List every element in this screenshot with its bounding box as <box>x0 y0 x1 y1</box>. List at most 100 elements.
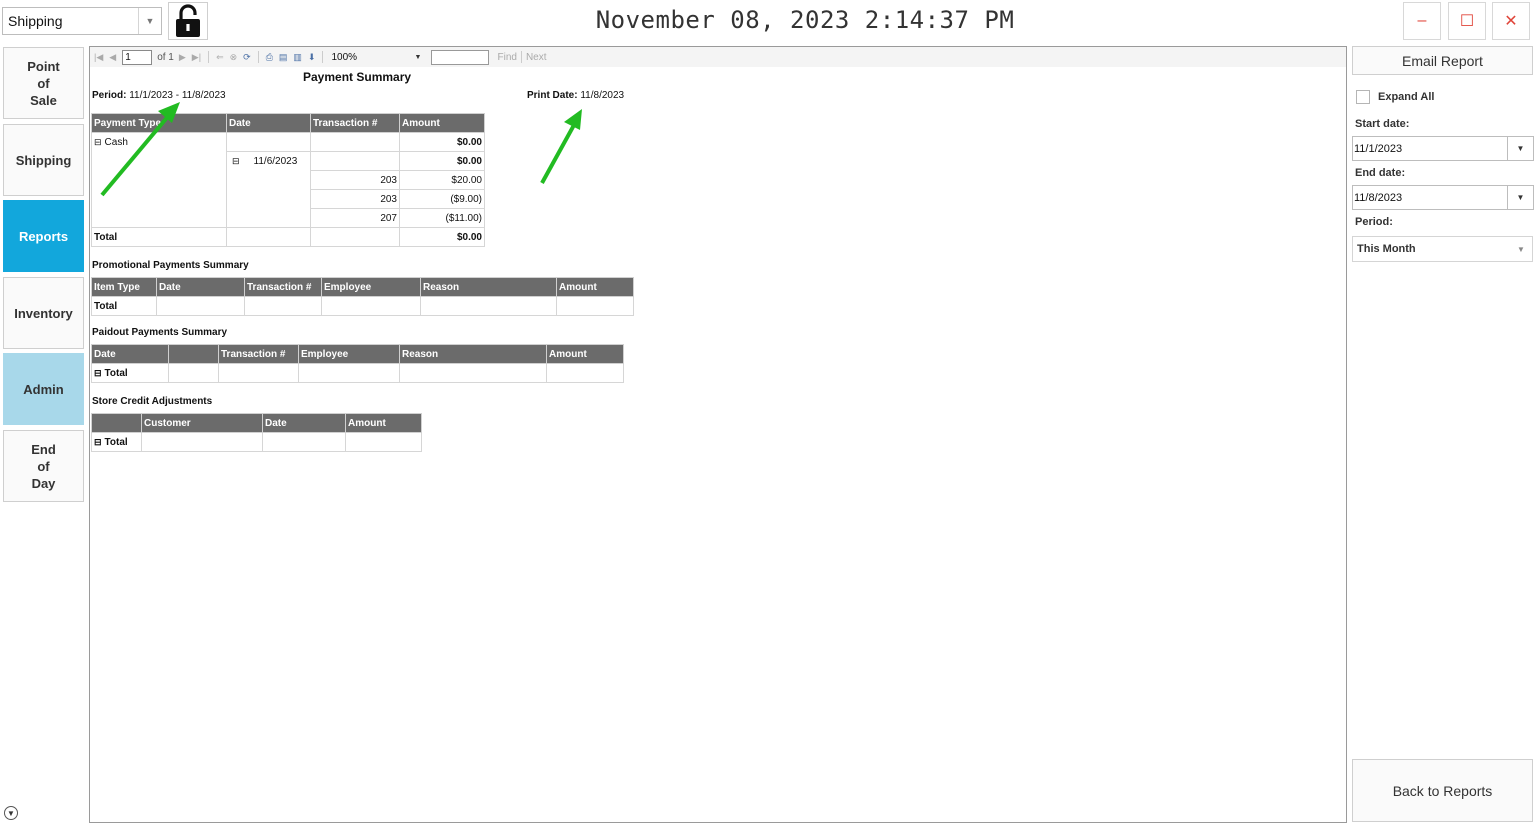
period-select[interactable]: This Month ▼ <box>1352 236 1533 262</box>
amount-cell: ($9.00) <box>399 189 485 209</box>
nav-inventory[interactable]: Inventory <box>3 277 84 349</box>
amount-cell: $0.00 <box>399 151 485 171</box>
column-header: Amount <box>399 113 485 133</box>
paidout-table: Date Transaction # Employee Reason Amoun… <box>91 344 624 383</box>
transaction-cell: 203 <box>310 189 400 209</box>
column-header: Reason <box>399 344 547 364</box>
export-icon[interactable]: ⬇ <box>308 52 316 63</box>
nav-point-of-sale[interactable]: Point of Sale <box>3 47 84 119</box>
collapse-icon[interactable]: ⊟ <box>94 368 102 378</box>
total-cell[interactable]: ⊟ Total <box>91 432 142 452</box>
column-header <box>91 413 142 433</box>
promo-section-title: Promotional Payments Summary <box>92 260 249 271</box>
find-input[interactable] <box>431 49 490 65</box>
collapse-icon[interactable]: ⊟ <box>232 156 240 166</box>
table-row: 203 ($9.00) <box>91 189 485 209</box>
first-page-icon[interactable]: |◀ <box>94 52 103 63</box>
minimize-button[interactable]: – <box>1403 2 1441 40</box>
page-setup-icon[interactable]: ▥ <box>293 52 302 63</box>
back-to-reports-button[interactable]: Back to Reports <box>1352 759 1533 822</box>
print-icon[interactable]: ⎙ <box>266 52 273 63</box>
collapse-icon[interactable]: ⊟ <box>94 437 102 447</box>
station-select-value: Shipping <box>8 13 63 29</box>
maximize-button[interactable]: ☐ <box>1448 2 1486 40</box>
chevron-down-icon: ▼ <box>1517 244 1525 254</box>
stop-icon[interactable]: ⊗ <box>230 52 238 63</box>
column-header: Date <box>91 344 169 364</box>
total-label: Total <box>104 436 128 448</box>
zoom-select[interactable]: 100% ▼ <box>331 50 421 65</box>
paidout-section-title: Paidout Payments Summary <box>92 327 228 338</box>
find-link[interactable]: Find <box>497 52 516 63</box>
table-header-row: Date Transaction # Employee Reason Amoun… <box>91 344 624 364</box>
table-row: 203 $20.00 <box>91 170 485 190</box>
total-amount: $0.00 <box>399 227 485 247</box>
back-icon[interactable]: ⇐ <box>216 52 224 63</box>
start-date-label: Start date: <box>1355 118 1410 130</box>
column-header: Amount <box>556 277 634 297</box>
station-select[interactable]: Shipping ▼ <box>2 7 162 35</box>
table-total-row: Total <box>91 296 634 316</box>
print-date-label: Print Date: <box>527 90 578 101</box>
chevron-down-icon[interactable]: ▼ <box>1507 186 1533 209</box>
table-total-row: ⊟ Total <box>91 363 624 383</box>
nav-reports[interactable]: Reports <box>3 200 84 272</box>
close-button[interactable]: ✕ <box>1492 2 1530 40</box>
period-value: 11/1/2023 - 11/8/2023 <box>129 90 226 101</box>
table-row: ⊟ 11/6/2023 $0.00 <box>91 151 485 171</box>
nav-shipping[interactable]: Shipping <box>3 124 84 196</box>
column-header: Amount <box>546 344 624 364</box>
nav-end-of-day[interactable]: End of Day <box>3 430 84 502</box>
nav-admin[interactable]: Admin <box>3 353 84 425</box>
page-number-input[interactable]: 1 <box>122 49 153 65</box>
amount-cell: ($11.00) <box>399 208 485 228</box>
column-header: Transaction # <box>244 277 322 297</box>
next-page-icon[interactable]: ▶ <box>179 52 186 63</box>
total-cell[interactable]: ⊟ Total <box>91 363 169 383</box>
lock-button[interactable] <box>168 2 208 40</box>
table-row: 207 ($11.00) <box>91 208 485 228</box>
credit-table: Customer Date Amount ⊟ Total <box>91 413 422 452</box>
next-link[interactable]: Next <box>526 52 547 63</box>
report-title: Payment Summary <box>303 70 412 84</box>
column-header: Reason <box>420 277 557 297</box>
email-report-button[interactable]: Email Report <box>1352 46 1533 75</box>
zoom-value: 100% <box>331 51 358 63</box>
transaction-cell: 207 <box>310 208 400 228</box>
expand-all-row[interactable]: Expand All <box>1356 90 1434 104</box>
column-header: Amount <box>345 413 422 433</box>
unlock-icon <box>176 4 200 37</box>
page-count: of 1 <box>157 51 174 63</box>
payment-table: Payment Type Date Transaction # Amount ⊟… <box>91 113 485 247</box>
table-header-row: Payment Type Date Transaction # Amount <box>91 113 485 133</box>
cash-group-cell[interactable]: ⊟ Cash <box>91 132 227 152</box>
end-date-label: End date: <box>1355 167 1406 179</box>
collapse-icon[interactable]: ⊟ <box>94 137 102 147</box>
column-header: Employee <box>298 344 400 364</box>
refresh-icon[interactable]: ⟳ <box>243 52 251 63</box>
promo-table: Item Type Date Transaction # Employee Re… <box>91 277 634 316</box>
end-date-picker[interactable]: 11/8/2023 ▼ <box>1352 185 1534 210</box>
prev-page-icon[interactable]: ◀ <box>109 52 116 63</box>
report-print-date: Print Date: 11/8/2023 <box>527 90 624 101</box>
column-header: Date <box>262 413 346 433</box>
column-header: Employee <box>321 277 421 297</box>
date-group-cell[interactable]: ⊟ 11/6/2023 <box>226 151 311 171</box>
transaction-cell: 203 <box>310 170 400 190</box>
chevron-down-circle-icon[interactable]: ▼ <box>4 806 18 820</box>
chevron-down-icon[interactable]: ▼ <box>1507 137 1533 160</box>
column-header: Transaction # <box>310 113 400 133</box>
column-header: Date <box>156 277 245 297</box>
period-label: Period: <box>92 90 127 101</box>
column-header: Transaction # <box>218 344 299 364</box>
last-page-icon[interactable]: ▶| <box>192 52 201 63</box>
total-label: Total <box>91 296 157 316</box>
print-layout-icon[interactable]: ▤ <box>279 52 288 63</box>
date-value: 11/6/2023 <box>253 155 298 167</box>
start-date-picker[interactable]: 11/1/2023 ▼ <box>1352 136 1534 161</box>
expand-all-label: Expand All <box>1378 91 1435 103</box>
credit-section-title: Store Credit Adjustments <box>92 396 213 407</box>
expand-all-checkbox[interactable] <box>1356 90 1370 104</box>
report-toolbar: |◀ ◀ 1 of 1 ▶ ▶| ⇐ ⊗ ⟳ ⎙ ▤ ▥ ⬇ 100% ▼ Fi… <box>90 47 1346 67</box>
column-header: Date <box>226 113 311 133</box>
